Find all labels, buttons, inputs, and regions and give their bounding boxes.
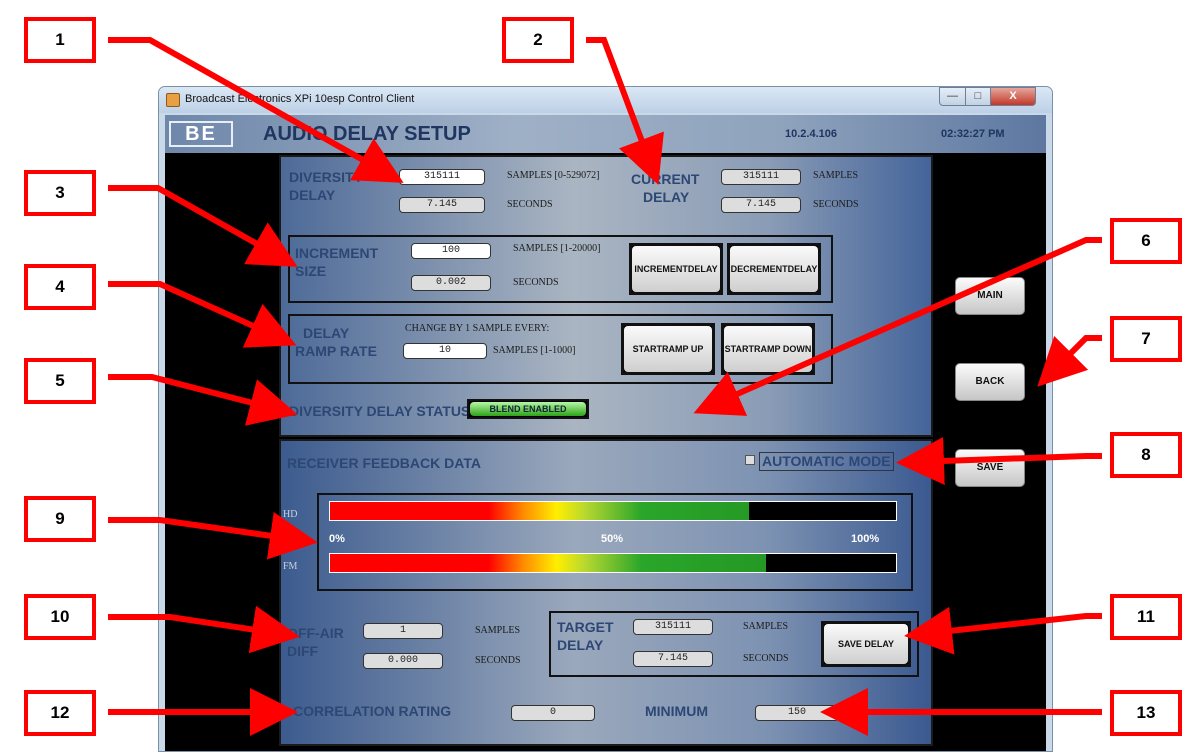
ramp-samples-unit: SAMPLES [1-1000] [493, 345, 576, 356]
off-air-samples-unit: SAMPLES [475, 625, 521, 636]
correlation-rating-field: 0 [511, 705, 595, 721]
callout-3: 3 [24, 170, 96, 216]
annotated-screenshot: Broadcast Electronics XPi 10esp Control … [0, 0, 1187, 752]
save-delay-button[interactable]: SAVE DELAY [821, 621, 911, 667]
diversity-delay-status-label: DIVERSITY DELAY STATUS [289, 403, 471, 419]
off-air-seconds-unit: SECONDS [475, 655, 521, 666]
automatic-mode-label: AUTOMATIC MODE [759, 452, 894, 471]
increment-size-label-2: SIZE [295, 263, 327, 279]
page-title: AUDIO DELAY SETUP [263, 123, 471, 145]
callout-13: 13 [1110, 690, 1182, 736]
diversity-delay-label-2: DELAY [289, 187, 336, 203]
window-title: Broadcast Electronics XPi 10esp Control … [185, 93, 415, 105]
receiver-feedback-panel: RECEIVER FEEDBACK DATA AUTOMATIC MODE HD… [279, 439, 933, 746]
callout-6: 6 [1110, 218, 1182, 264]
callout-10: 10 [24, 594, 96, 640]
start-ramp-up-label: START RAMP UP [624, 326, 712, 372]
target-seconds-field: 7.145 [633, 651, 713, 667]
current-delay-label-1: CURRENT [631, 171, 700, 187]
fm-signal-fill [330, 554, 766, 572]
correlation-rating-label: CORRELATION RATING [293, 703, 452, 719]
ramp-caption: CHANGE BY 1 SAMPLE EVERY: [405, 323, 550, 334]
clock: 02:32:27 PM [941, 128, 1005, 140]
receiver-feedback-label: RECEIVER FEEDBACK DATA [287, 455, 481, 471]
title-bar: Broadcast Electronics XPi 10esp Control … [159, 87, 1052, 113]
blend-enabled-label: BLEND ENABLED [470, 402, 586, 416]
hd-label: HD [283, 509, 298, 520]
current-samples-unit: SAMPLES [813, 170, 859, 181]
off-air-samples-field: 1 [363, 623, 443, 639]
increment-delay-button[interactable]: INCREMENT DELAY [629, 243, 723, 295]
decrement-delay-label: DECREMENT DELAY [730, 246, 818, 292]
hd-signal-fill [330, 502, 749, 520]
be-logo: BE [169, 121, 233, 147]
target-delay-label-2: DELAY [557, 637, 604, 653]
increment-size-label-1: INCREMENT [295, 245, 379, 261]
current-seconds-unit: SECONDS [813, 199, 859, 210]
off-air-seconds-field: 0.000 [363, 653, 443, 669]
callout-2: 2 [502, 17, 574, 63]
current-delay-label-2: DELAY [643, 189, 690, 205]
minimize-button[interactable]: — [939, 87, 966, 106]
automatic-mode-checkbox[interactable] [745, 455, 755, 465]
increment-samples-unit: SAMPLES [1-20000] [513, 243, 601, 254]
tick-100: 100% [851, 533, 880, 545]
close-button[interactable]: X [990, 87, 1036, 106]
blend-enabled-indicator: BLEND ENABLED [467, 399, 589, 419]
fm-label: FM [283, 561, 298, 572]
callout-12: 12 [24, 690, 96, 736]
start-ramp-down-label: START RAMP DOWN [724, 326, 812, 372]
back-button[interactable]: BACK [955, 363, 1025, 401]
increment-seconds-unit: SECONDS [513, 277, 559, 288]
increment-seconds-field: 0.002 [411, 275, 491, 291]
ramp-rate-label-1: DELAY [303, 325, 350, 341]
increment-delay-label: INCREMENT DELAY [632, 246, 720, 292]
save-delay-label: SAVE DELAY [824, 624, 908, 664]
diversity-delay-label-1: DIVERSITY [289, 169, 363, 185]
target-samples-unit: SAMPLES [743, 621, 789, 632]
screen-header: BE AUDIO DELAY SETUP 10.2.4.106 02:32:27… [165, 115, 1046, 153]
client-area: BE AUDIO DELAY SETUP 10.2.4.106 02:32:27… [165, 115, 1046, 751]
ip-address: 10.2.4.106 [785, 128, 837, 140]
hd-signal-bar [329, 501, 897, 521]
ramp-rate-input[interactable]: 10 [403, 343, 487, 359]
minimum-field: 150 [755, 705, 839, 721]
callout-11: 11 [1110, 594, 1182, 640]
callout-7: 7 [1110, 316, 1182, 362]
current-delay-seconds-field: 7.145 [721, 197, 801, 213]
diversity-seconds-unit: SECONDS [507, 199, 553, 210]
callout-9: 9 [24, 496, 96, 542]
diversity-delay-samples-input[interactable]: 315111 [399, 169, 485, 185]
delay-settings-panel: DIVERSITY DELAY 315111 SAMPLES [0-529072… [279, 155, 933, 437]
maximize-button[interactable]: □ [965, 87, 991, 106]
app-window: Broadcast Electronics XPi 10esp Control … [158, 86, 1053, 752]
off-air-diff-label-1: OFF-AIR [287, 625, 344, 641]
arrow-7 [1037, 335, 1102, 387]
target-delay-label-1: TARGET [557, 619, 614, 635]
ramp-rate-label-2: RAMP RATE [295, 343, 377, 359]
increment-size-input[interactable]: 100 [411, 243, 491, 259]
current-delay-samples-field: 315111 [721, 169, 801, 185]
java-app-icon [166, 93, 180, 107]
diversity-delay-seconds-field: 7.145 [399, 197, 485, 213]
start-ramp-down-button[interactable]: START RAMP DOWN [721, 323, 815, 375]
callout-5: 5 [24, 358, 96, 404]
callout-8: 8 [1110, 432, 1182, 478]
fm-signal-bar [329, 553, 897, 573]
main-button[interactable]: MAIN [955, 277, 1025, 315]
decrement-delay-button[interactable]: DECREMENT DELAY [727, 243, 821, 295]
tick-0: 0% [329, 533, 345, 545]
target-samples-field: 315111 [633, 619, 713, 635]
callout-4: 4 [24, 264, 96, 310]
save-button[interactable]: SAVE [955, 449, 1025, 487]
diversity-samples-unit: SAMPLES [0-529072] [507, 170, 600, 181]
minimum-label: MINIMUM [645, 703, 708, 719]
target-seconds-unit: SECONDS [743, 653, 789, 664]
tick-50: 50% [601, 533, 624, 545]
start-ramp-up-button[interactable]: START RAMP UP [621, 323, 715, 375]
callout-1: 1 [24, 17, 96, 63]
off-air-diff-label-2: DIFF [287, 643, 319, 659]
